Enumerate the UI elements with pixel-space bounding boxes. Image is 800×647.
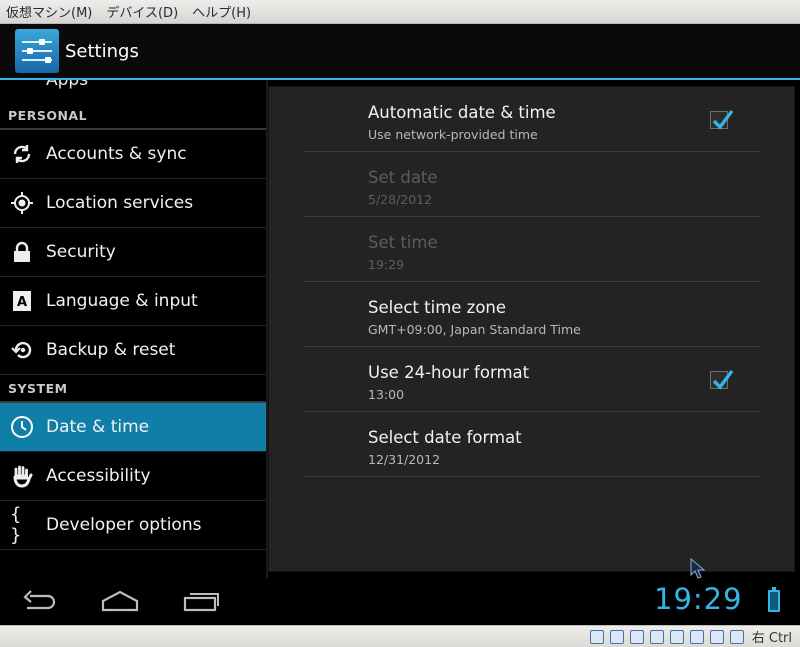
home-icon[interactable] xyxy=(100,588,140,616)
backup-icon xyxy=(10,338,34,362)
mouse-cursor-icon xyxy=(690,558,706,579)
pref-title: Automatic date & time xyxy=(368,103,556,122)
battery-charging-icon xyxy=(768,587,780,612)
sidebar-item-label: Backup & reset xyxy=(46,340,176,360)
list-item-label: Apps xyxy=(46,80,89,90)
automatic-date-time-checkbox[interactable] xyxy=(710,109,734,130)
pref-title: Use 24-hour format xyxy=(368,363,530,382)
sync-icon xyxy=(10,142,34,166)
keyboard-capture-icon[interactable] xyxy=(729,629,744,644)
pref-title: Set date xyxy=(368,168,438,187)
display-icon[interactable] xyxy=(689,629,704,644)
sidebar-item-label: Security xyxy=(46,242,116,262)
sidebar-item-developer-options[interactable]: { } Developer options xyxy=(0,501,267,550)
mouse-integration-icon[interactable] xyxy=(709,629,724,644)
braces-icon: { } xyxy=(10,504,22,546)
recent-apps-icon[interactable] xyxy=(182,588,222,616)
vm-statusbar: 右 Ctrl xyxy=(0,625,800,647)
settings-list[interactable]: Apps PERSONAL Accounts & sync Location s… xyxy=(0,80,267,578)
optical-drive-icon[interactable] xyxy=(609,629,624,644)
page-title: Settings xyxy=(65,40,139,62)
pref-summary: 5/28/2012 xyxy=(368,192,433,207)
vm-menubar: 仮想マシン(M) デバイス(D) ヘルプ(H) xyxy=(0,0,800,24)
sidebar-item-date-time[interactable]: Date & time xyxy=(0,403,267,452)
settings-sliders-icon[interactable] xyxy=(15,29,59,73)
pref-use-24-hour-format[interactable]: Use 24-hour format 13:00 xyxy=(304,347,761,412)
sidebar-item-accessibility[interactable]: Accessibility xyxy=(0,452,267,501)
lock-icon xyxy=(10,240,34,264)
network-icon[interactable] xyxy=(649,629,664,644)
action-bar: Settings xyxy=(0,24,800,80)
pref-title: Select time zone xyxy=(368,298,507,317)
list-item-apps[interactable]: Apps xyxy=(0,80,267,102)
svg-text:A: A xyxy=(17,295,27,310)
sidebar-item-location-services[interactable]: Location services xyxy=(0,179,267,228)
sidebar-item-label: Accessibility xyxy=(46,466,151,486)
pref-automatic-date-time[interactable]: Automatic date & time Use network-provid… xyxy=(304,87,761,152)
pref-summary: Use network-provided time xyxy=(368,127,538,142)
pref-summary: 19:29 xyxy=(368,257,405,272)
keyboard-a-icon: A xyxy=(10,289,34,313)
sidebar-item-accounts-sync[interactable]: Accounts & sync xyxy=(0,130,267,179)
status-clock: 19:29 xyxy=(654,582,743,616)
back-icon[interactable] xyxy=(20,588,60,616)
sidebar-item-label: Language & input xyxy=(46,291,198,311)
vm-menu-machine[interactable]: 仮想マシン(M) xyxy=(6,2,92,21)
pref-summary: 13:00 xyxy=(368,387,405,402)
pref-select-time-zone[interactable]: Select time zone GMT+09:00, Japan Standa… xyxy=(304,282,761,347)
pref-select-date-format[interactable]: Select date format 12/31/2012 xyxy=(304,412,761,477)
sidebar-item-label: Developer options xyxy=(46,515,202,535)
host-key-label: 右 Ctrl xyxy=(751,631,792,646)
sidebar-item-label: Accounts & sync xyxy=(46,144,187,164)
usb-icon[interactable] xyxy=(629,629,644,644)
section-header-personal: PERSONAL xyxy=(0,102,267,130)
date-time-panel: Automatic date & time Use network-provid… xyxy=(268,86,795,572)
location-icon xyxy=(10,191,34,215)
use-24-hour-checkbox[interactable] xyxy=(710,369,734,390)
sidebar-item-label: Date & time xyxy=(46,417,150,437)
pref-summary: 12/31/2012 xyxy=(368,452,441,467)
pref-title: Set time xyxy=(368,233,438,252)
sidebar-item-label: Location services xyxy=(46,193,194,213)
shared-folder-icon[interactable] xyxy=(669,629,684,644)
sidebar-item-security[interactable]: Security xyxy=(0,228,267,277)
vm-menu-help[interactable]: ヘルプ(H) xyxy=(192,2,251,21)
sidebar-item-backup-reset[interactable]: Backup & reset xyxy=(0,326,267,375)
check-icon xyxy=(712,109,734,130)
check-icon xyxy=(712,369,734,390)
pref-set-time[interactable]: Set time 19:29 xyxy=(304,217,761,282)
clock-icon xyxy=(10,415,34,439)
hand-icon xyxy=(10,464,34,488)
sidebar-item-language-input[interactable]: A Language & input xyxy=(0,277,267,326)
section-header-system: SYSTEM xyxy=(0,375,267,403)
pref-title: Select date format xyxy=(368,428,522,447)
pref-summary: GMT+09:00, Japan Standard Time xyxy=(368,322,581,337)
pref-set-date[interactable]: Set date 5/28/2012 xyxy=(304,152,761,217)
vm-menu-devices[interactable]: デバイス(D) xyxy=(106,2,178,21)
hard-disk-icon[interactable] xyxy=(589,629,604,644)
